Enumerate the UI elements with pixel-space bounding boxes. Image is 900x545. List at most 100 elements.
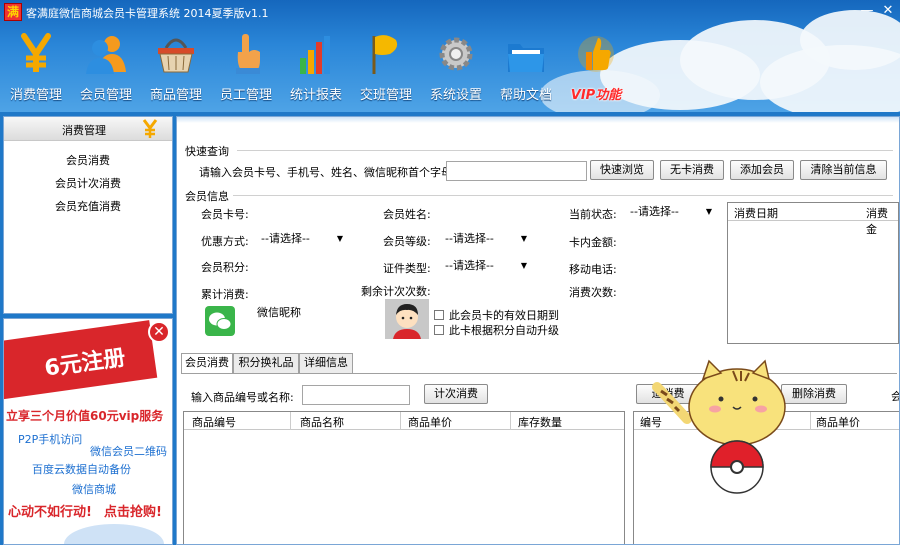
select-value: --请选择-- xyxy=(630,205,679,218)
column-header: 商品单价 xyxy=(408,416,452,429)
truncated-label: 会 xyxy=(891,388,899,404)
sidebar-item-recharge-consume[interactable]: 会员充值消费 xyxy=(4,195,172,218)
title-bar: 满 客满庭微信商城会员卡管理系统 2014夏季版v1.1 — ✕ xyxy=(0,0,900,24)
nav-label: 消费管理 xyxy=(9,88,62,103)
nav-label: 帮助文档 xyxy=(499,88,552,103)
nav-label: 系统设置 xyxy=(429,88,482,103)
bar-chart-icon xyxy=(300,36,330,74)
visit-count-label: 消费次数: xyxy=(569,286,617,299)
member-info-title: 会员信息 xyxy=(185,190,229,203)
wechat-nick-label: 微信昵称 xyxy=(257,306,301,319)
gear-icon xyxy=(439,37,473,71)
status-select[interactable]: --请选择-- ▼ xyxy=(628,203,716,221)
panel-top-edge xyxy=(177,117,899,123)
nav-label: 员工管理 xyxy=(219,88,272,103)
column-header: 消费日期 xyxy=(734,207,778,220)
nav-item-vip[interactable]: VIP功能 xyxy=(560,28,632,108)
main-nav: 消费管理 会员管理 商品管理 员工管理 统计报表 交班管理 系统设置 帮助文档 … xyxy=(0,28,900,108)
dropdown-arrow-icon: ▼ xyxy=(520,234,527,243)
sidebar-list: 会员消费 会员计次消费 会员充值消费 xyxy=(4,141,172,218)
app-logo: 满 xyxy=(4,3,22,21)
ad-decoration xyxy=(64,524,164,544)
dropdown-arrow-icon: ▼ xyxy=(336,234,343,243)
sidebar: 消费管理 会员消费 会员计次消费 会员充值消费 xyxy=(3,116,173,314)
consume-history-table[interactable]: 消费日期 消费金 xyxy=(727,202,899,344)
nav-label: 统计报表 xyxy=(289,88,342,103)
dropdown-arrow-icon: ▼ xyxy=(705,207,712,216)
quick-query-prompt: 请输入会员卡号、手机号、姓名、微信昵称首个字母 xyxy=(199,166,452,179)
column-header: 商品单价 xyxy=(816,416,860,429)
ad-close-button[interactable]: ✕ xyxy=(148,321,170,343)
level-select[interactable]: --请选择-- ▼ xyxy=(443,230,531,248)
folder-icon xyxy=(508,44,544,72)
nav-label: 交班管理 xyxy=(359,88,412,103)
quick-search-input[interactable] xyxy=(446,161,587,181)
quick-browse-button[interactable]: 快速浏览 xyxy=(590,160,654,180)
select-value: --请选择-- xyxy=(261,232,310,245)
tab-details[interactable]: 详细信息 xyxy=(299,353,353,373)
total-spend-label: 累计消费: xyxy=(201,288,249,301)
column-header: 消费金 xyxy=(866,207,888,236)
count-consume-button[interactable]: 计次消费 xyxy=(424,384,488,404)
window-title: 客满庭微信商城会员卡管理系统 2014夏季版v1.1 xyxy=(26,7,269,20)
sidebar-title: 消费管理 xyxy=(62,124,106,137)
ad-text: 微信会员二维码 xyxy=(90,445,167,458)
close-button[interactable]: ✕ xyxy=(877,2,899,20)
balance-label: 卡内金额: xyxy=(569,236,617,249)
hand-pointer-icon xyxy=(236,34,260,74)
thumbs-up-icon xyxy=(578,36,614,72)
sidebar-item-count-consume[interactable]: 会员计次消费 xyxy=(4,172,172,195)
dropdown-arrow-icon: ▼ xyxy=(520,261,527,270)
discount-label: 优惠方式: xyxy=(201,235,249,248)
member-avatar xyxy=(385,299,429,339)
mobile-label: 移动电话: xyxy=(569,263,617,276)
name-label: 会员姓名: xyxy=(383,208,431,221)
member-icon xyxy=(86,36,126,74)
divider xyxy=(237,150,893,151)
tab-points-gift[interactable]: 积分换礼品 xyxy=(233,353,299,373)
discount-select[interactable]: --请选择-- ▼ xyxy=(259,230,347,248)
sidebar-header: 消费管理 xyxy=(4,117,172,141)
divider xyxy=(233,195,893,196)
nav-item-staff[interactable]: 员工管理 xyxy=(210,28,282,108)
product-table[interactable]: 商品编号 商品名称 商品单价 库存数量 xyxy=(183,411,625,544)
add-member-button[interactable]: 添加会员 xyxy=(730,160,794,180)
expiry-checkbox[interactable]: 此会员卡的有效日期到 xyxy=(434,307,559,323)
level-label: 会员等级: xyxy=(383,235,431,248)
nav-item-settings[interactable]: 系统设置 xyxy=(420,28,492,108)
nav-label: 会员管理 xyxy=(79,88,132,103)
id-type-label: 证件类型: xyxy=(383,262,431,275)
minimize-button[interactable]: — xyxy=(856,2,878,20)
ad-text: 百度云数据自动备份 xyxy=(32,463,131,476)
card-no-label: 会员卡号: xyxy=(201,208,249,221)
points-label: 会员积分: xyxy=(201,261,249,274)
clear-info-button[interactable]: 清除当前信息 xyxy=(800,160,887,180)
column-header: 商品编号 xyxy=(192,416,236,429)
nav-item-members[interactable]: 会员管理 xyxy=(70,28,142,108)
product-search-input[interactable] xyxy=(302,385,410,405)
wechat-icon xyxy=(205,306,235,336)
auto-upgrade-checkbox[interactable]: 此卡根据积分自动升级 xyxy=(434,322,559,338)
nav-item-consume[interactable]: 消费管理 xyxy=(0,28,72,108)
nav-item-help[interactable]: 帮助文档 xyxy=(490,28,562,108)
id-type-select[interactable]: --请选择-- ▼ xyxy=(443,257,531,275)
cat-mascot-image xyxy=(652,359,786,494)
checkbox-label: 此卡根据积分自动升级 xyxy=(449,324,559,337)
tab-member-consume[interactable]: 会员消费 xyxy=(181,353,233,374)
no-card-consume-button[interactable]: 无卡消费 xyxy=(660,160,724,180)
promo-ad[interactable]: 6元注册 ✕ 立享三个月价值60元vip服务 P2P手机访问 微信会员二维码 百… xyxy=(3,318,173,545)
nav-item-reports[interactable]: 统计报表 xyxy=(280,28,352,108)
column-header: 商品名称 xyxy=(300,416,344,429)
table-header: 消费日期 消费金 xyxy=(728,203,898,236)
checkbox-box xyxy=(434,325,444,335)
basket-icon xyxy=(158,38,194,73)
nav-item-products[interactable]: 商品管理 xyxy=(140,28,212,108)
nav-item-shift[interactable]: 交班管理 xyxy=(350,28,422,108)
checkbox-label: 此会员卡的有效日期到 xyxy=(449,309,559,322)
main-panel: 快速查询 请输入会员卡号、手机号、姓名、微信昵称首个字母 快速浏览 无卡消费 添… xyxy=(176,116,900,545)
sidebar-item-member-consume[interactable]: 会员消费 xyxy=(4,149,172,172)
column-header: 库存数量 xyxy=(518,416,562,429)
ad-cta[interactable]: 点击抢购! xyxy=(104,501,162,520)
app-header: 满 客满庭微信商城会员卡管理系统 2014夏季版v1.1 — ✕ 消费管理 会员… xyxy=(0,0,900,112)
select-value: --请选择-- xyxy=(445,232,494,245)
